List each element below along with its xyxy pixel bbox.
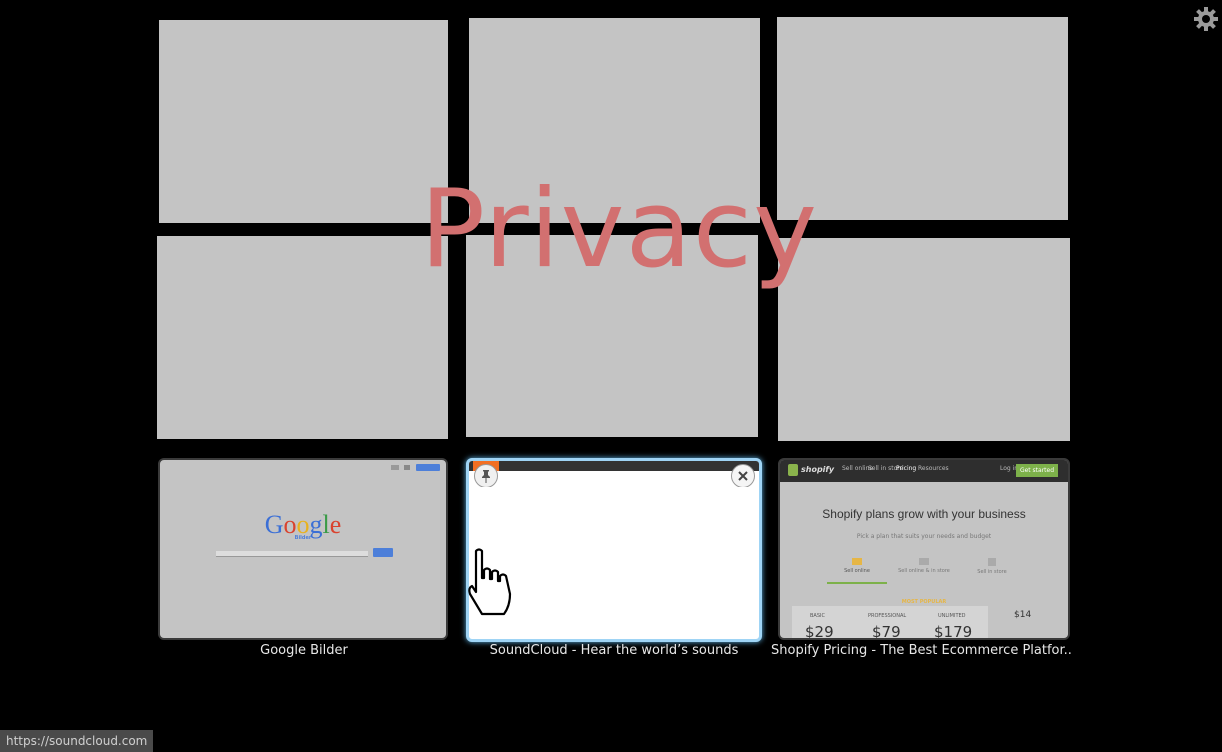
google-search-button [373, 548, 393, 557]
shopify-header: shopify Sell online Sell in store Pricin… [780, 460, 1068, 482]
google-bilder-sub: Bilder [294, 535, 312, 541]
shopify-subline: Pick a plan that suits your needs and bu… [856, 533, 992, 540]
google-search-input [216, 551, 368, 557]
plan-extra-price: $14 [1014, 610, 1032, 620]
speed-dial-tile-5[interactable] [466, 235, 758, 437]
speed-dial-tile-4[interactable] [157, 236, 448, 439]
caption-shopify[interactable]: Shopify Pricing - The Best Ecommerce Pla… [771, 643, 1071, 658]
signin-button [416, 464, 440, 471]
speed-dial-tile-2[interactable] [469, 18, 760, 223]
shopify-option-3: Sell in store [962, 552, 1022, 582]
speed-dial-tile-3[interactable] [777, 17, 1068, 220]
google-link [391, 465, 399, 470]
pos-icon [988, 558, 996, 566]
shopify-option-3-label: Sell in store [977, 569, 1007, 575]
soundcloud-header [469, 461, 759, 471]
shopify-most-popular: MOST POPULAR [901, 599, 947, 605]
store-icon [919, 558, 929, 565]
laptop-icon [852, 558, 862, 565]
caption-google-bilder[interactable]: Google Bilder [154, 643, 454, 658]
shopify-headline: Shopify plans grow with your business [822, 507, 1026, 521]
soundcloud-page-content [473, 487, 751, 635]
speed-dial-tile-1[interactable] [159, 20, 448, 223]
close-icon[interactable] [731, 464, 755, 488]
thumbnail-shopify-pricing[interactable]: shopify Sell online Sell in store Pricin… [778, 458, 1070, 640]
speed-dial-tile-6[interactable] [778, 238, 1070, 441]
thumbnail-google-bilder[interactable]: Google Bilder [158, 458, 448, 640]
shopify-nav-3: Pricing [896, 465, 917, 472]
plan-basic-name: BASIC [810, 613, 825, 619]
shopify-nav-4: Resources [918, 465, 949, 472]
plan-unlimited-name: UNLIMITED [938, 613, 966, 619]
shopify-option-2: Sell online & in store [894, 552, 954, 582]
status-bar-url: https://soundcloud.com [0, 730, 154, 752]
caption-soundcloud[interactable]: SoundCloud - Hear the world’s sounds [464, 643, 764, 658]
pin-icon[interactable] [474, 464, 498, 488]
hand-cursor-icon [466, 548, 514, 616]
plan-basic-price: $29 [805, 623, 834, 640]
plan-pro-name: PROFESSIONAL [868, 613, 907, 619]
shopify-option-1-label: Sell online [844, 568, 870, 574]
plan-pro-price: $79 [872, 623, 901, 640]
plan-unlimited-price: $179 [934, 623, 973, 640]
shopify-option-1: Sell online [827, 552, 887, 584]
shopify-bag-icon [788, 464, 798, 476]
apps-icon [404, 465, 410, 470]
shopify-option-2-label: Sell online & in store [898, 568, 950, 574]
shopify-cta: Get started [1016, 464, 1058, 477]
shopify-brand: shopify [801, 465, 835, 474]
settings-gear-icon[interactable] [1193, 6, 1219, 32]
